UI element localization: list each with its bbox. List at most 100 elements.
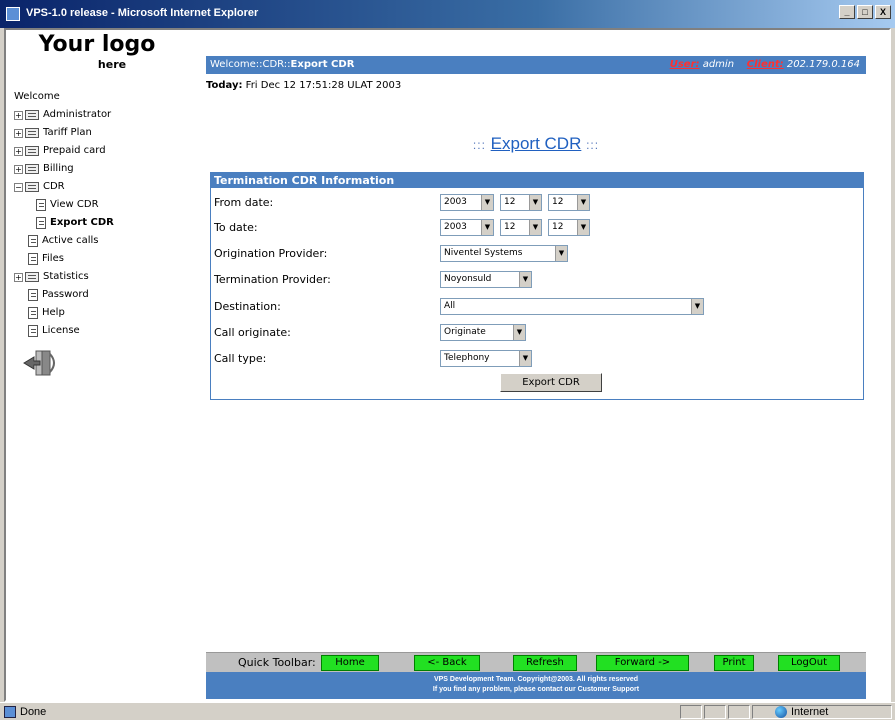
tree-item-welcome[interactable]: Welcome <box>14 88 199 106</box>
call-originate-select[interactable]: Originate ▼ <box>440 324 526 341</box>
tree-item-label: Prepaid card <box>43 145 106 156</box>
security-zone: Internet <box>775 706 828 718</box>
dropdown-arrow-icon: ▼ <box>513 325 525 340</box>
orig-provider-value: Niventel Systems <box>444 248 523 258</box>
collapse-icon[interactable]: − <box>14 182 23 192</box>
footer: VPS Development Team. Copyright@2003. Al… <box>206 672 866 699</box>
expand-icon[interactable]: + <box>14 110 23 120</box>
title-deco-right: ::: <box>586 138 600 152</box>
tree-item-help[interactable]: Help <box>14 304 199 322</box>
dropdown-arrow-icon: ▼ <box>555 246 567 261</box>
tree-item-files[interactable]: Files <box>14 250 199 268</box>
tree-item-export-cdr[interactable]: Export CDR <box>14 214 199 232</box>
call-type-label: Call type: <box>214 352 267 365</box>
tree-item-tariff-plan[interactable]: + Tariff Plan <box>14 124 199 142</box>
maximize-button[interactable]: □ <box>857 5 873 19</box>
dropdown-arrow-icon: ▼ <box>519 272 531 287</box>
orig-provider-select[interactable]: Niventel Systems ▼ <box>440 245 568 262</box>
term-provider-value: Noyonsuld <box>444 274 492 284</box>
close-button[interactable]: X <box>875 5 891 19</box>
expand-icon[interactable]: + <box>14 272 23 282</box>
tree-item-label: Billing <box>43 163 74 174</box>
logo-line1: Your logo <box>38 32 156 57</box>
term-provider-label: Termination Provider: <box>214 273 331 286</box>
dropdown-arrow-icon: ▼ <box>529 220 541 235</box>
tree-item-password[interactable]: Password <box>14 286 199 304</box>
tree-item-view-cdr[interactable]: View CDR <box>14 196 199 214</box>
tree-item-license[interactable]: License <box>14 322 199 340</box>
to-day-value: 12 <box>552 222 564 232</box>
logo: Your logo here <box>22 32 172 71</box>
tree-item-label: Export CDR <box>50 217 114 228</box>
page-icon <box>4 706 16 718</box>
logout-button[interactable]: LogOut <box>778 655 840 671</box>
tree-item-label: License <box>42 325 80 336</box>
tree-item-label: Help <box>42 307 65 318</box>
from-year-select[interactable]: 2003 ▼ <box>440 194 494 211</box>
from-date-label: From date: <box>214 196 274 209</box>
title-deco-left: ::: <box>472 138 486 152</box>
export-cdr-button[interactable]: Export CDR <box>500 373 602 392</box>
call-type-row: Call type: Telephony ▼ <box>214 349 854 369</box>
tree-item-active-calls[interactable]: Active calls <box>14 232 199 250</box>
tree-item-label: Files <box>42 253 64 264</box>
status-text-group: Done <box>4 706 46 718</box>
window-title-bar[interactable]: VPS-1.0 release - Microsoft Internet Exp… <box>0 0 895 28</box>
to-year-select[interactable]: 2003 ▼ <box>440 219 494 236</box>
folder-icon <box>25 146 39 156</box>
main-content: Welcome::CDR::Export CDR User: admin Cli… <box>206 30 889 700</box>
today-label: Today: <box>206 80 243 91</box>
tree-item-administrator[interactable]: + Administrator <box>14 106 199 124</box>
today-line: Today: Fri Dec 12 17:51:28 ULAT 2003 <box>206 80 401 91</box>
footer-support: If you find any problem, please contact … <box>432 686 640 693</box>
minimize-button[interactable]: _ <box>839 5 855 19</box>
back-button[interactable]: <- Back <box>414 655 480 671</box>
expand-icon[interactable]: + <box>14 164 23 174</box>
document-icon <box>36 199 46 211</box>
dropdown-arrow-icon: ▼ <box>691 299 703 314</box>
home-button[interactable]: Home <box>321 655 379 671</box>
document-icon <box>28 307 38 319</box>
from-month-select[interactable]: 12 ▼ <box>500 194 542 211</box>
call-originate-label: Call originate: <box>214 326 291 339</box>
page-title: ::: Export CDR ::: <box>206 134 866 154</box>
destination-label: Destination: <box>214 300 281 313</box>
expand-icon[interactable]: + <box>14 128 23 138</box>
destination-select[interactable]: All ▼ <box>440 298 704 315</box>
exit-door-icon[interactable] <box>22 348 62 378</box>
from-day-select[interactable]: 12 ▼ <box>548 194 590 211</box>
tree-item-prepaid-card[interactable]: + Prepaid card <box>14 142 199 160</box>
tree-item-billing[interactable]: + Billing <box>14 160 199 178</box>
sidebar: Your logo here Welcome + Administrator +… <box>6 30 201 700</box>
logo-line2: here <box>97 58 127 71</box>
dropdown-arrow-icon: ▼ <box>481 195 493 210</box>
to-day-select[interactable]: 12 ▼ <box>548 219 590 236</box>
call-type-select[interactable]: Telephony ▼ <box>440 350 532 367</box>
call-type-value: Telephony <box>444 353 490 363</box>
client-label: Client: <box>746 59 784 70</box>
print-button[interactable]: Print <box>714 655 754 671</box>
globe-icon <box>775 706 787 718</box>
tree-item-statistics[interactable]: + Statistics <box>14 268 199 286</box>
status-panel <box>704 705 726 719</box>
today-value: Fri Dec 12 17:51:28 ULAT 2003 <box>245 80 402 91</box>
tree-item-label: Active calls <box>42 235 99 246</box>
document-icon <box>36 217 46 229</box>
page-title-text: Export CDR <box>490 134 582 153</box>
tree-item-cdr[interactable]: − CDR <box>14 178 199 196</box>
header-bar: Welcome::CDR::Export CDR User: admin Cli… <box>206 56 866 74</box>
term-provider-row: Termination Provider: Noyonsuld ▼ <box>214 270 854 290</box>
document-icon <box>28 253 38 265</box>
folder-icon <box>25 272 39 282</box>
expand-icon[interactable]: + <box>14 146 23 156</box>
tree-item-label: Tariff Plan <box>43 127 92 138</box>
status-text: Done <box>20 706 47 718</box>
to-month-select[interactable]: 12 ▼ <box>500 219 542 236</box>
dropdown-arrow-icon: ▼ <box>519 351 531 366</box>
refresh-button[interactable]: Refresh <box>513 655 577 671</box>
dropdown-arrow-icon: ▼ <box>481 220 493 235</box>
call-originate-value: Originate <box>444 327 486 337</box>
forward-button[interactable]: Forward -> <box>596 655 689 671</box>
term-provider-select[interactable]: Noyonsuld ▼ <box>440 271 532 288</box>
tree-item-label: CDR <box>43 181 65 192</box>
